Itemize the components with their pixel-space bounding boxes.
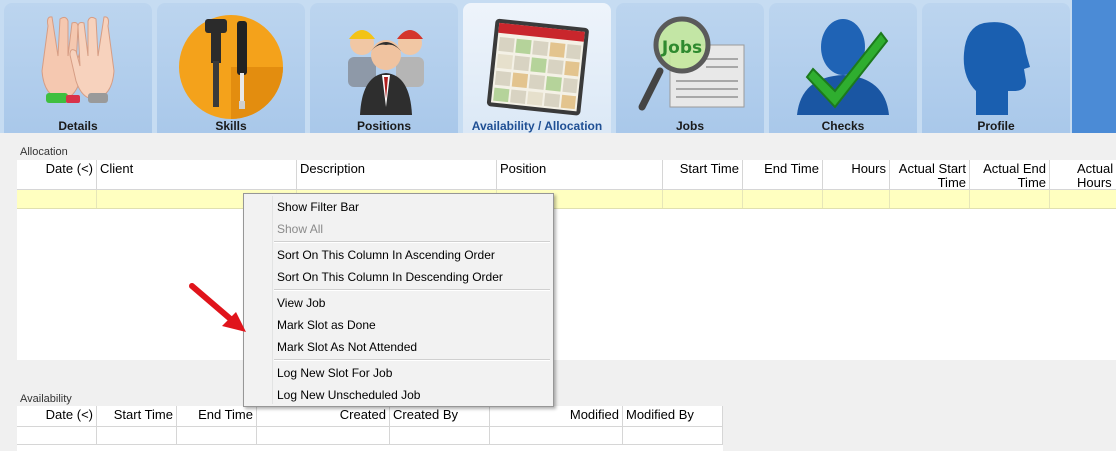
- menu-item-sort-ascending[interactable]: Sort On This Column In Ascending Order: [277, 245, 495, 265]
- tab-label: Jobs: [675, 119, 704, 133]
- column-header-client[interactable]: Client: [97, 160, 297, 190]
- filter-cell[interactable]: [17, 190, 97, 208]
- column-header-description[interactable]: Description: [297, 160, 497, 190]
- column-header-modified-by[interactable]: Modified By: [623, 406, 723, 427]
- menu-item-show-all: Show All: [277, 222, 324, 236]
- grid-cell[interactable]: [490, 427, 623, 445]
- tab-label: Profile: [977, 119, 1015, 133]
- column-header-date[interactable]: Date (<): [17, 160, 97, 190]
- tab-jobs[interactable]: Jobs Jobs: [616, 3, 764, 133]
- column-header-start-time[interactable]: Start Time: [663, 160, 743, 190]
- filter-cell[interactable]: [663, 190, 743, 208]
- filter-row[interactable]: [17, 190, 1116, 209]
- column-header-end-time[interactable]: End Time: [177, 406, 257, 427]
- red-arrow-icon: [189, 283, 246, 332]
- workers-icon: [348, 30, 424, 115]
- menu-separator: [274, 289, 550, 291]
- calendar-icon: [486, 18, 589, 116]
- tab-label: Skills: [215, 119, 247, 133]
- tab-strip: Details Skills Positions Availability / …: [0, 0, 1116, 134]
- jobs-icon-text: Jobs: [661, 38, 702, 58]
- column-header-actual-hours[interactable]: Actual Hours: [1050, 160, 1116, 190]
- menu-separator: [274, 241, 550, 243]
- column-header-modified[interactable]: Modified: [490, 406, 623, 427]
- availability-header: Date (<) Start Time End Time Created Cre…: [17, 406, 723, 427]
- grid-cell[interactable]: [177, 427, 257, 445]
- job-search-icon: Jobs: [638, 16, 745, 111]
- column-header-actual-start-time[interactable]: Actual Start Time: [890, 160, 970, 190]
- tab-profile[interactable]: Profile: [922, 3, 1070, 133]
- column-header-actual-end-time[interactable]: Actual End Time: [970, 160, 1050, 190]
- column-header-position[interactable]: Position: [497, 160, 663, 190]
- menu-item-mark-slot-not-attended[interactable]: Mark Slot As Not Attended: [277, 337, 417, 357]
- grid-cell[interactable]: [17, 427, 97, 445]
- tab-label: Details: [58, 119, 98, 133]
- column-header-created-by[interactable]: Created By: [390, 406, 490, 427]
- grid-cell[interactable]: [257, 427, 390, 445]
- profile-head-icon: [963, 22, 1030, 116]
- allocation-section-label: Allocation: [20, 146, 68, 158]
- column-header-date[interactable]: Date (<): [17, 406, 97, 427]
- tab-skills[interactable]: Skills: [157, 3, 305, 133]
- column-header-hours[interactable]: Hours: [823, 160, 890, 190]
- allocation-header: Date (<) Client Description Position Sta…: [17, 160, 1116, 190]
- menu-separator: [274, 359, 550, 361]
- availability-section-label: Availability: [20, 393, 72, 405]
- tab-availability-allocation[interactable]: Availability / Allocation: [463, 3, 611, 133]
- menu-item-sort-descending[interactable]: Sort On This Column In Descending Order: [277, 267, 503, 287]
- filter-cell[interactable]: [970, 190, 1050, 208]
- column-header-start-time[interactable]: Start Time: [97, 406, 177, 427]
- grid-cell[interactable]: [390, 427, 490, 445]
- menu-item-view-job[interactable]: View Job: [277, 293, 325, 313]
- menu-item-log-new-slot[interactable]: Log New Slot For Job: [277, 363, 392, 383]
- menu-item-log-new-unscheduled-job[interactable]: Log New Unscheduled Job: [277, 385, 420, 405]
- tab-checks[interactable]: Checks: [769, 3, 917, 133]
- availability-grid[interactable]: Date (<) Start Time End Time Created Cre…: [17, 406, 723, 451]
- menu-item-mark-slot-done[interactable]: Mark Slot as Done: [277, 315, 376, 335]
- hands-icon: [41, 16, 115, 103]
- context-menu: Show Filter Bar Show All Sort On This Co…: [243, 193, 554, 407]
- tab-label: Availability / Allocation: [471, 119, 603, 133]
- filter-cell[interactable]: [823, 190, 890, 208]
- column-header-end-time[interactable]: End Time: [743, 160, 823, 190]
- tab-strip-end: [1072, 0, 1116, 133]
- filter-cell[interactable]: [743, 190, 823, 208]
- tab-label: Positions: [356, 119, 411, 133]
- tab-positions[interactable]: Positions: [310, 3, 458, 133]
- tab-details[interactable]: Details: [4, 3, 152, 133]
- grid-cell[interactable]: [97, 427, 177, 445]
- filter-cell[interactable]: [890, 190, 970, 208]
- menu-item-show-filter-bar[interactable]: Show Filter Bar: [277, 197, 359, 217]
- grid-cell[interactable]: [623, 427, 723, 445]
- allocation-grid[interactable]: Date (<) Client Description Position Sta…: [17, 160, 1116, 360]
- column-header-created[interactable]: Created: [257, 406, 390, 427]
- tab-label: Checks: [821, 119, 865, 133]
- checkmark-person-icon: [797, 19, 889, 115]
- tools-icon: [179, 15, 283, 119]
- content-pane: Allocation Date (<) Client Description P…: [0, 133, 1116, 451]
